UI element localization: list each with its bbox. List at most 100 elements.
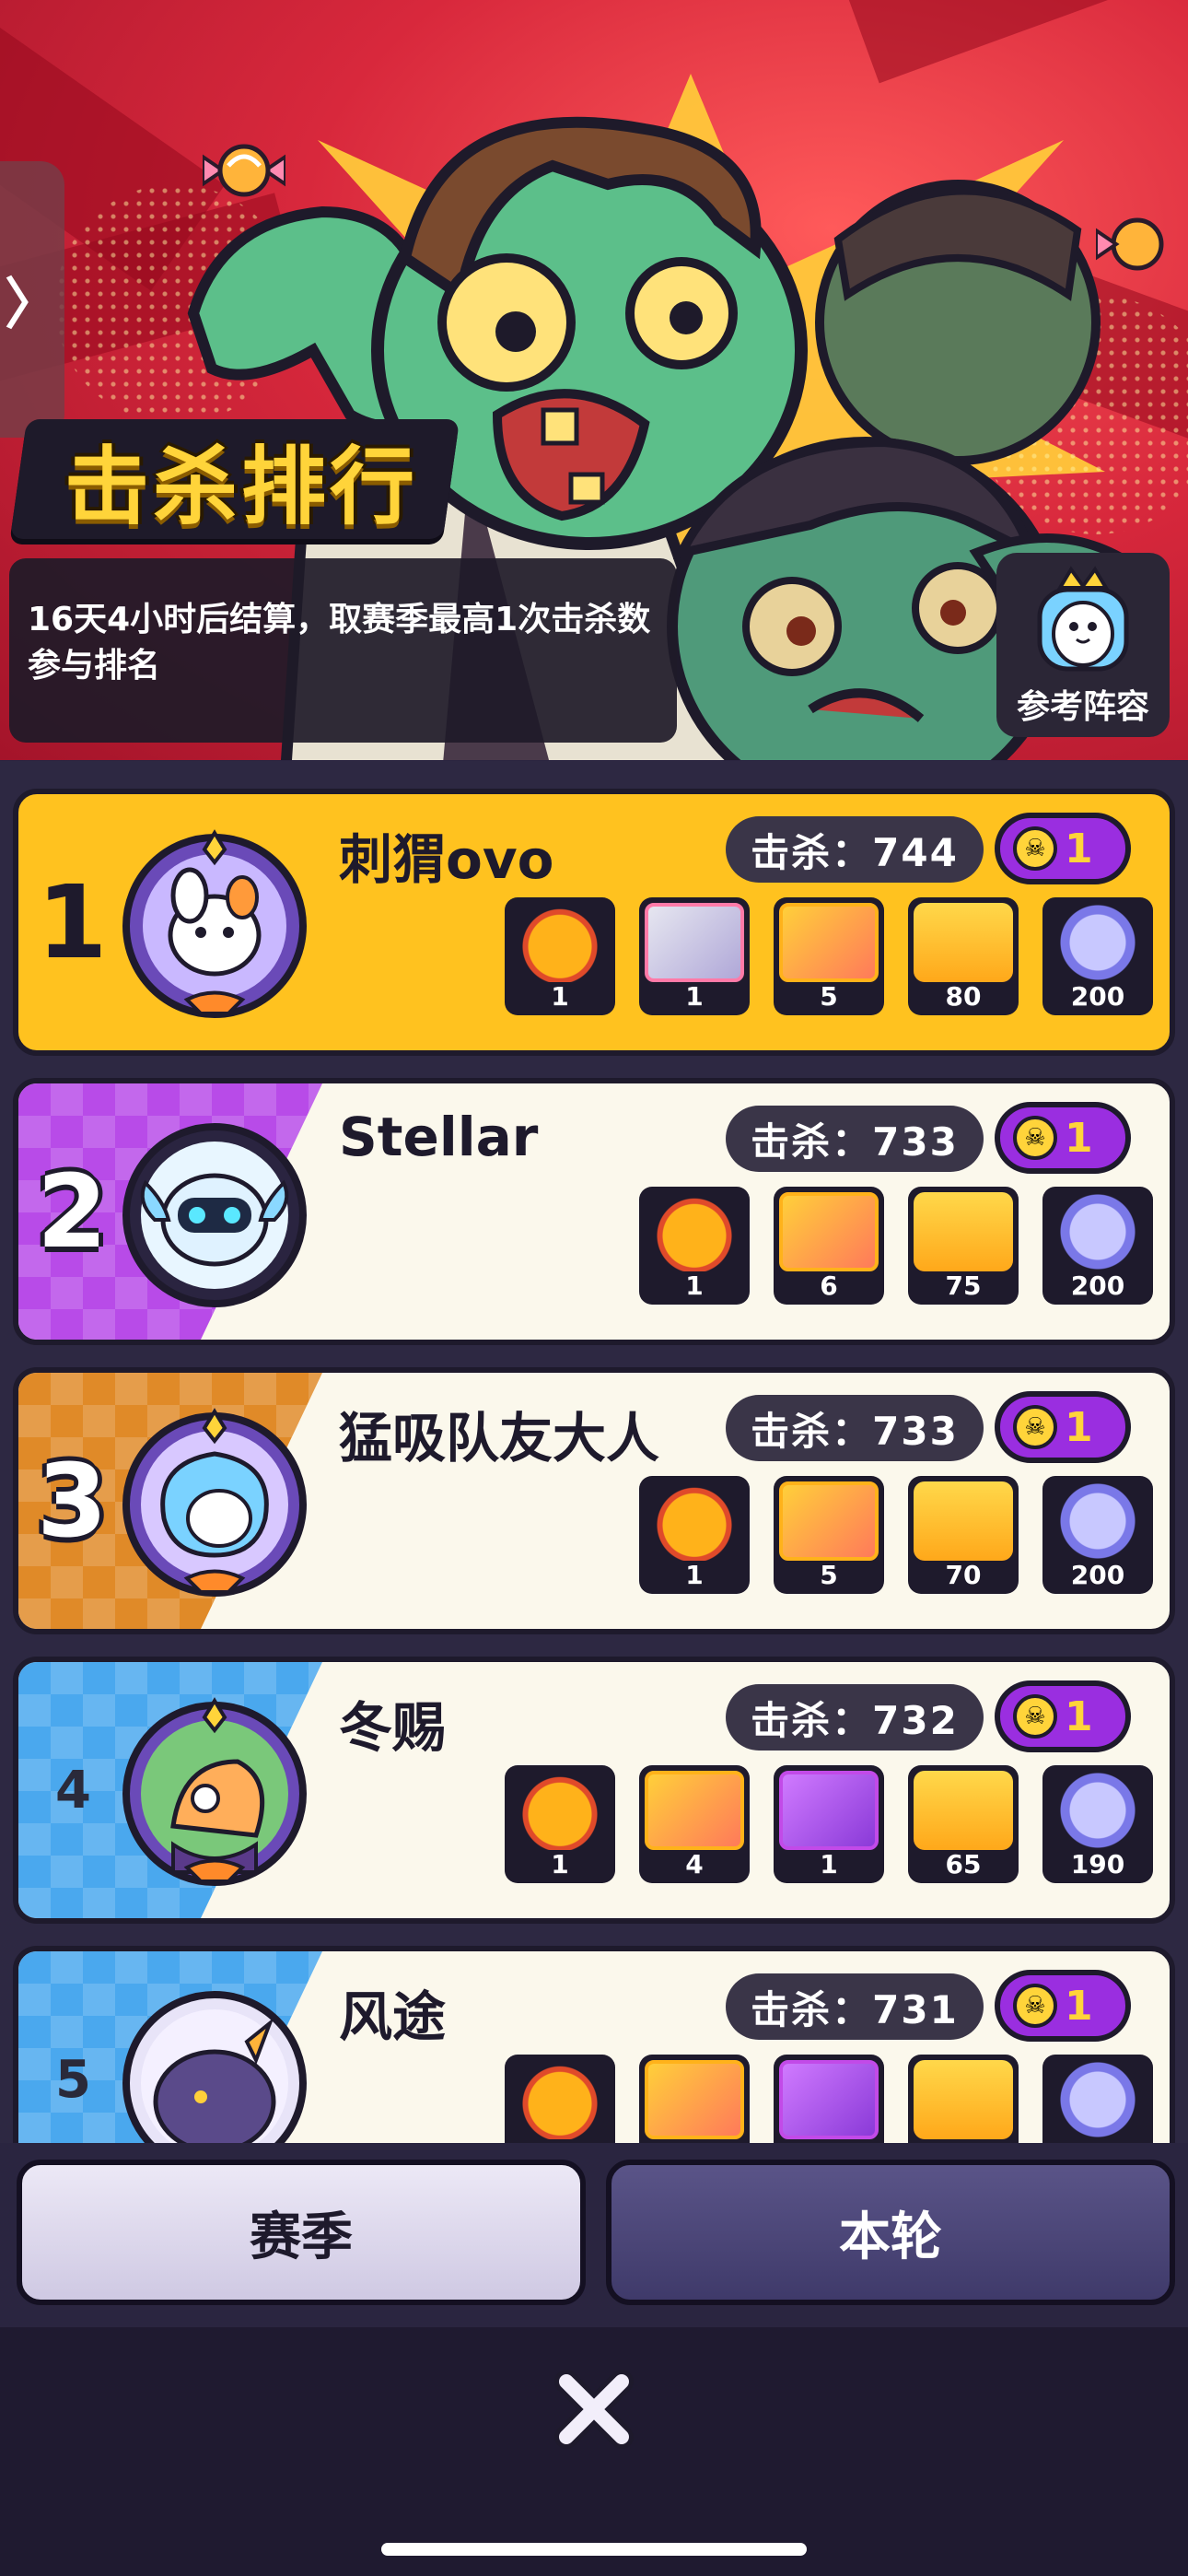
reward-item[interactable]: 200: [1042, 1187, 1153, 1305]
reward-item[interactable]: 6: [774, 1187, 884, 1305]
reward-count: 70: [945, 1560, 982, 1590]
kill-count: 击杀：731: [726, 1973, 984, 2040]
ticket-icon: [914, 903, 1013, 982]
reward-item[interactable]: [1042, 2055, 1153, 2143]
avatar[interactable]: [118, 829, 311, 1023]
reward-item[interactable]: 200: [1042, 1476, 1153, 1594]
reward-item[interactable]: 4: [639, 1765, 750, 1883]
reward-item[interactable]: 70: [908, 1476, 1019, 1594]
ranking-row[interactable]: 3 猛吸队友大人 击杀：733 ☠ 1 1 5 70 200: [13, 1367, 1175, 1634]
reward-count: 200: [1070, 1270, 1125, 1301]
kill-count: 击杀：733: [726, 1395, 984, 1461]
reward-item[interactable]: 1: [639, 1187, 750, 1305]
rank-number: 1: [37, 863, 108, 981]
reward-list: [505, 2055, 1153, 2143]
ranking-row[interactable]: 4 冬赐 击杀：732 ☠ 1 1 4 1 65 190: [13, 1657, 1175, 1924]
reward-item[interactable]: [908, 2055, 1019, 2143]
capsule-icon: [1048, 1192, 1147, 1271]
reward-list: 1 4 1 65 190: [505, 1765, 1153, 1883]
skull-icon: ☠: [1013, 1984, 1057, 2028]
kill-count: 击杀：744: [726, 816, 984, 883]
skull-icon: ☠: [1013, 1405, 1057, 1449]
reward-count: 4: [685, 1849, 704, 1879]
reward-count: 200: [1070, 981, 1125, 1012]
home-indicator[interactable]: [381, 2543, 807, 2556]
badge-count: 1: [1065, 1114, 1093, 1162]
tab-current-round[interactable]: 本轮: [606, 2160, 1175, 2305]
player-name: 风途: [339, 1985, 447, 2048]
reward-item[interactable]: 75: [908, 1187, 1019, 1305]
reward-count: 1: [685, 1270, 704, 1301]
reward-item[interactable]: 1: [639, 1476, 750, 1594]
reward-count: 1: [551, 981, 569, 1012]
player-name: Stellar: [339, 1106, 539, 1168]
reward-item[interactable]: 80: [908, 897, 1019, 1015]
badge-count: 1: [1065, 825, 1093, 872]
reward-item[interactable]: [774, 2055, 884, 2143]
side-expand-button[interactable]: 〉: [0, 161, 64, 438]
rank-number: 2: [37, 1153, 108, 1270]
avatar[interactable]: [118, 1986, 311, 2143]
tab-season[interactable]: 赛季: [17, 2160, 586, 2305]
card-pack-gold-icon: [779, 903, 879, 982]
skull-badge: ☠ 1: [995, 1680, 1131, 1752]
reward-count: 1: [820, 1849, 838, 1879]
frame-reward-icon: [510, 1771, 610, 1850]
ticket-icon: [914, 1481, 1013, 1561]
avatar[interactable]: [118, 1697, 311, 1891]
reference-lineup-button[interactable]: 参考阵容: [996, 553, 1170, 737]
skull-badge: ☠ 1: [995, 1102, 1131, 1174]
card-pack-gold-icon: [645, 1771, 744, 1850]
crowned-ghost-icon: [1037, 566, 1129, 672]
skull-badge: ☠ 1: [995, 813, 1131, 884]
card-pack-purple-icon: [779, 2060, 879, 2139]
chevron-right-icon: 〉: [5, 272, 60, 337]
player-name: 刺猬ovo: [339, 828, 554, 891]
frame-reward-icon: [510, 903, 610, 982]
reward-count: 5: [820, 1560, 838, 1590]
card-pack-icon: [645, 903, 744, 982]
card-pack-gold-icon: [645, 2060, 744, 2139]
skull-icon: ☠: [1013, 826, 1057, 871]
settlement-info: 16天4小时后结算，取赛季最高1次击杀数参与排名: [28, 601, 651, 685]
reference-lineup-label: 参考阵容: [1016, 688, 1149, 726]
reward-count: 80: [945, 981, 982, 1012]
reward-list: 1 1 5 80 200: [505, 897, 1153, 1015]
reward-count: 1: [551, 1849, 569, 1879]
capsule-icon: [1048, 2060, 1147, 2139]
reward-item[interactable]: [639, 2055, 750, 2143]
player-name: 冬赐: [339, 1696, 447, 1759]
kill-count: 击杀：733: [726, 1106, 984, 1172]
reward-count: 5: [820, 981, 838, 1012]
reward-item[interactable]: 1: [639, 897, 750, 1015]
reward-item[interactable]: 5: [774, 1476, 884, 1594]
avatar[interactable]: [118, 1118, 311, 1312]
card-pack-gold-icon: [779, 1192, 879, 1271]
reward-item[interactable]: 200: [1042, 897, 1153, 1015]
ticket-icon: [914, 1192, 1013, 1271]
ticket-icon: [914, 1771, 1013, 1850]
badge-count: 1: [1065, 1403, 1093, 1451]
ranking-row[interactable]: 5 风途 击杀：731 ☠ 1: [13, 1946, 1175, 2143]
reward-item[interactable]: 1: [774, 1765, 884, 1883]
frame-reward-icon: [645, 1192, 744, 1271]
rank-number: 4: [55, 1760, 91, 1821]
card-pack-gold-icon: [779, 1481, 879, 1561]
card-pack-purple-icon: [779, 1771, 879, 1850]
reward-item[interactable]: 65: [908, 1765, 1019, 1883]
avatar[interactable]: [118, 1408, 311, 1601]
close-button[interactable]: [543, 2359, 645, 2460]
banner: 〉 击杀排行 16天4小时后结算，取赛季最高1次击杀数参与排名 参考阵容: [0, 0, 1188, 760]
reward-item[interactable]: [505, 2055, 615, 2143]
reward-item[interactable]: 1: [505, 1765, 615, 1883]
reward-item[interactable]: 1: [505, 897, 615, 1015]
skull-badge: ☠ 1: [995, 1391, 1131, 1463]
reward-count: 1: [685, 1560, 704, 1590]
ranking-row[interactable]: 2 Stellar 击杀：733 ☠ 1 1 6 75 200: [13, 1078, 1175, 1345]
ranking-list[interactable]: 1 刺猬ovo 击杀：744 ☠ 1 1 1 5 80 200 2 Stella…: [0, 761, 1188, 2143]
reward-count: 75: [945, 1270, 982, 1301]
reward-item[interactable]: 190: [1042, 1765, 1153, 1883]
reward-count: 190: [1070, 1849, 1125, 1879]
reward-item[interactable]: 5: [774, 897, 884, 1015]
ranking-row[interactable]: 1 刺猬ovo 击杀：744 ☠ 1 1 1 5 80 200: [13, 789, 1175, 1056]
